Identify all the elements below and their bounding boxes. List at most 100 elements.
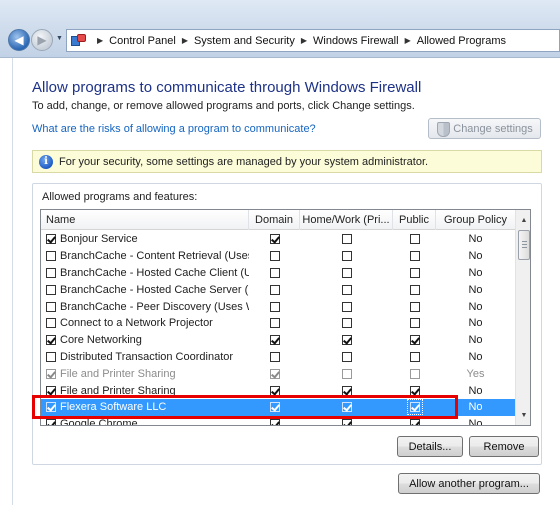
- scroll-down-icon[interactable]: ▼: [516, 407, 530, 423]
- public-checkbox[interactable]: [409, 234, 420, 245]
- home-work-checkbox[interactable]: [341, 301, 352, 312]
- program-name-cell: Bonjour Service: [41, 231, 249, 248]
- breadcrumb-allowed-programs[interactable]: Allowed Programs: [417, 35, 506, 47]
- domain-checkbox[interactable]: [269, 251, 280, 262]
- table-row[interactable]: BranchCache - Hosted Cache Client (U... N…: [41, 265, 515, 282]
- domain-cell: [249, 332, 300, 349]
- allowed-programs-list[interactable]: Name Domain Home/Work (Pri... Public Gro…: [40, 209, 531, 426]
- back-button[interactable]: ◀: [8, 29, 30, 51]
- column-header-public[interactable]: Public: [393, 210, 436, 230]
- public-cell: [393, 416, 436, 425]
- remove-button[interactable]: Remove: [469, 436, 539, 457]
- public-checkbox[interactable]: [409, 301, 420, 312]
- group-policy-value: No: [468, 350, 483, 363]
- table-row[interactable]: File and Printer Sharing No: [41, 382, 515, 399]
- public-checkbox[interactable]: [409, 251, 420, 262]
- control-panel-icon: [71, 33, 87, 48]
- program-enabled-checkbox[interactable]: [46, 335, 56, 346]
- back-arrow-icon: ◀: [14, 33, 24, 47]
- program-enabled-checkbox[interactable]: [46, 251, 56, 262]
- home-work-checkbox[interactable]: [341, 267, 352, 278]
- table-row[interactable]: Distributed Transaction Coordinator No: [41, 349, 515, 366]
- breadcrumb-separator-icon[interactable]: ▶: [301, 36, 307, 45]
- home-work-checkbox[interactable]: [341, 402, 352, 413]
- info-icon: i: [39, 154, 53, 169]
- domain-checkbox[interactable]: [269, 419, 280, 425]
- breadcrumb-separator-icon[interactable]: ▶: [405, 36, 411, 45]
- scroll-up-icon[interactable]: ▲: [516, 212, 530, 228]
- public-checkbox[interactable]: [409, 351, 420, 362]
- breadcrumb-control-panel[interactable]: Control Panel: [109, 35, 176, 47]
- program-enabled-checkbox[interactable]: [46, 318, 56, 329]
- column-header-name[interactable]: Name: [41, 210, 249, 230]
- vertical-scrollbar[interactable]: ▲ ▼: [515, 210, 530, 425]
- breadcrumb-separator-icon[interactable]: ▶: [97, 36, 103, 45]
- domain-checkbox[interactable]: [269, 335, 280, 346]
- public-checkbox[interactable]: [409, 368, 420, 379]
- home-work-checkbox[interactable]: [341, 335, 352, 346]
- table-row[interactable]: Flexera Software LLC No: [41, 398, 515, 416]
- column-header-domain[interactable]: Domain: [249, 210, 300, 230]
- program-enabled-checkbox[interactable]: [46, 402, 56, 413]
- home-work-checkbox[interactable]: [341, 351, 352, 362]
- program-enabled-checkbox[interactable]: [46, 301, 56, 312]
- public-checkbox[interactable]: [409, 385, 420, 396]
- program-name: BranchCache - Content Retrieval (Uses ..…: [60, 250, 249, 263]
- program-enabled-checkbox[interactable]: [46, 234, 56, 245]
- home-work-checkbox[interactable]: [341, 234, 352, 245]
- group-policy-value: No: [468, 384, 483, 397]
- breadcrumb-system-and-security[interactable]: System and Security: [194, 35, 295, 47]
- program-enabled-checkbox[interactable]: [46, 284, 56, 295]
- table-row[interactable]: File and Printer Sharing Yes: [41, 365, 515, 382]
- public-checkbox[interactable]: [406, 399, 423, 416]
- public-checkbox[interactable]: [409, 335, 420, 346]
- table-row[interactable]: Bonjour Service No: [41, 231, 515, 248]
- home-work-checkbox[interactable]: [341, 419, 352, 425]
- program-enabled-checkbox[interactable]: [46, 368, 56, 379]
- forward-button[interactable]: ▶: [31, 29, 53, 51]
- table-row[interactable]: Google Chrome No: [41, 416, 515, 425]
- domain-checkbox[interactable]: [269, 385, 280, 396]
- home-work-checkbox[interactable]: [341, 368, 352, 379]
- program-enabled-checkbox[interactable]: [46, 419, 56, 425]
- domain-checkbox[interactable]: [269, 368, 280, 379]
- breadcrumb-separator-icon[interactable]: ▶: [182, 36, 188, 45]
- table-row[interactable]: BranchCache - Hosted Cache Server (U... N…: [41, 281, 515, 298]
- public-checkbox[interactable]: [409, 267, 420, 278]
- address-bar[interactable]: ▶ Control Panel ▶ System and Security ▶ …: [66, 29, 560, 52]
- home-work-checkbox[interactable]: [341, 284, 352, 295]
- scrollbar-thumb[interactable]: [518, 230, 530, 260]
- risks-help-link[interactable]: What are the risks of allowing a program…: [32, 123, 316, 135]
- public-checkbox[interactable]: [409, 284, 420, 295]
- public-cell: [393, 231, 436, 248]
- domain-checkbox[interactable]: [269, 267, 280, 278]
- program-enabled-checkbox[interactable]: [46, 351, 56, 362]
- domain-checkbox[interactable]: [269, 351, 280, 362]
- home-work-checkbox[interactable]: [341, 318, 352, 329]
- program-name: File and Printer Sharing: [60, 384, 176, 397]
- details-button[interactable]: Details...: [397, 436, 463, 457]
- table-row[interactable]: Core Networking No: [41, 332, 515, 349]
- program-enabled-checkbox[interactable]: [46, 267, 56, 278]
- group-policy-value: No: [468, 233, 483, 246]
- recent-pages-dropdown-icon[interactable]: ▼: [56, 35, 63, 42]
- public-checkbox[interactable]: [409, 419, 420, 425]
- table-row[interactable]: BranchCache - Content Retrieval (Uses ..…: [41, 248, 515, 265]
- public-checkbox[interactable]: [409, 318, 420, 329]
- group-policy-value: No: [468, 334, 483, 347]
- home-work-checkbox[interactable]: [341, 385, 352, 396]
- column-header-home-work[interactable]: Home/Work (Pri...: [300, 210, 393, 230]
- column-header-group-policy[interactable]: Group Policy: [436, 210, 515, 230]
- home-work-checkbox[interactable]: [341, 251, 352, 262]
- domain-checkbox[interactable]: [269, 284, 280, 295]
- domain-checkbox[interactable]: [269, 318, 280, 329]
- domain-checkbox[interactable]: [269, 234, 280, 245]
- change-settings-button[interactable]: Change settings: [428, 118, 541, 139]
- table-row[interactable]: BranchCache - Peer Discovery (Uses W... N…: [41, 298, 515, 315]
- allow-another-program-button[interactable]: Allow another program...: [398, 473, 540, 494]
- breadcrumb-windows-firewall[interactable]: Windows Firewall: [313, 35, 399, 47]
- domain-checkbox[interactable]: [269, 402, 280, 413]
- table-row[interactable]: Connect to a Network Projector No: [41, 315, 515, 332]
- domain-checkbox[interactable]: [269, 301, 280, 312]
- program-enabled-checkbox[interactable]: [46, 385, 56, 396]
